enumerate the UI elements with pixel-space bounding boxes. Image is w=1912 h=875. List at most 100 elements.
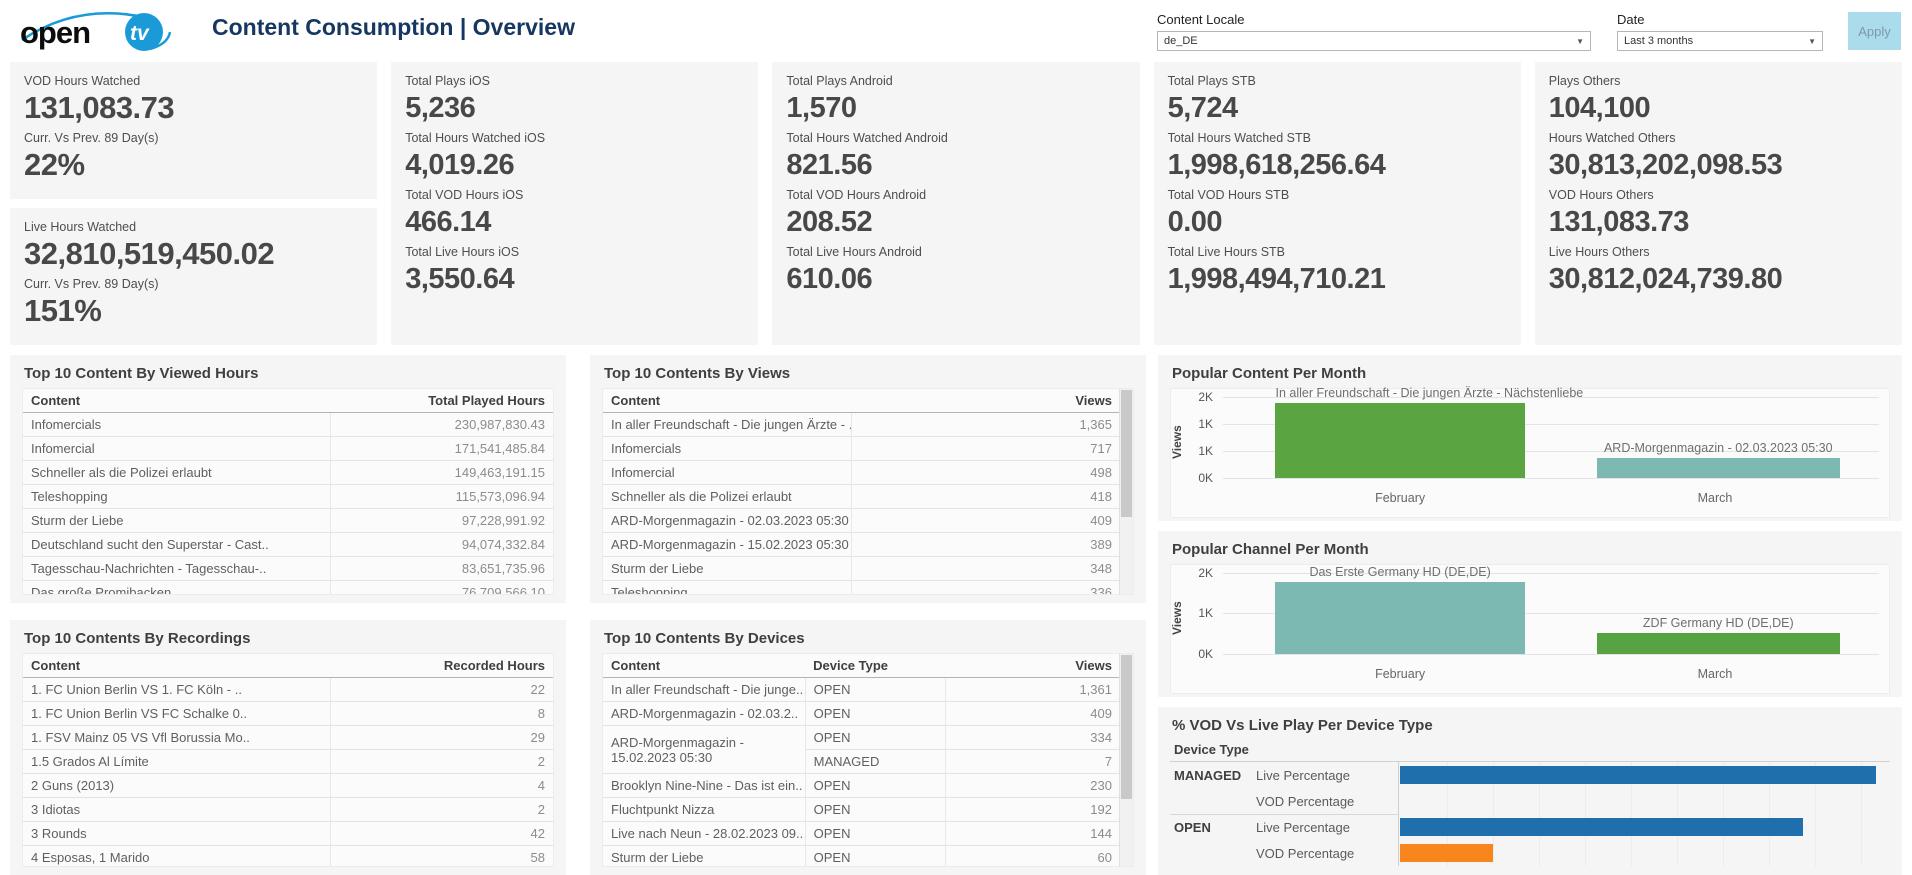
kpi-label: Total Live Hours iOS: [405, 245, 744, 259]
table-row[interactable]: 1.5 Grados Al Límite2: [23, 750, 553, 774]
table-row[interactable]: Tagesschau-Nachrichten - Tagesschau-..83…: [23, 557, 553, 581]
table-row[interactable]: 3 Rounds42: [23, 822, 553, 846]
table-row[interactable]: Fluchtpunkt NizzaOPEN192: [603, 798, 1120, 822]
table-row[interactable]: Sturm der Liebe97,228,991.92: [23, 509, 553, 533]
plot-area: In aller Freundschaft - Die jungen Ärzte…: [1223, 389, 1879, 489]
table-row[interactable]: 1. FSV Mainz 05 VS Vfl Borussia Mo..29: [23, 726, 553, 750]
content-cell: Teleshopping: [603, 581, 852, 596]
device-type-cell: OPEN: [805, 726, 945, 750]
kpi-value: 208.52: [786, 202, 1125, 242]
date-select[interactable]: Last 3 months ▼: [1617, 31, 1823, 51]
kpi-value: 5,724: [1168, 88, 1507, 128]
bar-february[interactable]: [1275, 582, 1524, 654]
table-row[interactable]: ARD-Morgenmagazin - 15.02.2023 05:30OPEN…: [603, 726, 1120, 750]
scrollbar[interactable]: [1119, 654, 1133, 866]
scrollbar-thumb[interactable]: [1121, 655, 1132, 799]
series-label: Live Percentage: [1256, 814, 1399, 840]
value-cell: 498: [852, 461, 1120, 485]
value-cell: 334: [945, 726, 1120, 750]
table-row[interactable]: ARD-Morgenmagazin - 15.02.2023 05:30389: [603, 533, 1120, 557]
kpi-value: 32,810,519,450.02: [24, 234, 363, 274]
panel-title: Top 10 Contents By Recordings: [22, 628, 554, 653]
table-row[interactable]: Live nach Neun - 28.02.2023 09..OPEN144: [603, 822, 1120, 846]
table-row[interactable]: 1. FC Union Berlin VS 1. FC Köln - ..22: [23, 678, 553, 702]
y-tick: 2K: [1198, 566, 1213, 580]
value-cell: 171,541,485.84: [331, 437, 554, 461]
popular-channel-chart: Views 2K 1K 0K Das Erste Germany HD (DE,…: [1170, 564, 1890, 694]
kpi-card: Plays Others104,100Hours Watched Others3…: [1535, 62, 1902, 345]
content-locale-select[interactable]: de_DE ▼: [1157, 31, 1591, 51]
kpi-value: 466.14: [405, 202, 744, 242]
kpi-card: Total Plays iOS5,236Total Hours Watched …: [391, 62, 758, 345]
content-cell: In aller Freundschaft - Die jungen Ärzte…: [603, 413, 852, 437]
table-row[interactable]: Infomercials717: [603, 437, 1120, 461]
table-row[interactable]: Teleshopping336: [603, 581, 1120, 596]
x-tick: February: [1375, 491, 1425, 505]
table-row[interactable]: 2 Guns (2013)4: [23, 774, 553, 798]
content-cell: Live nach Neun - 28.02.2023 09..: [603, 822, 805, 846]
content-cell: Sturm der Liebe: [603, 846, 805, 868]
x-tick: February: [1375, 667, 1425, 681]
scrollbar[interactable]: [1119, 389, 1133, 594]
kpi-label: Total Plays STB: [1168, 74, 1507, 88]
content-cell: Brooklyn Nine-Nine - Das ist ein..: [603, 774, 805, 798]
column-header: Content: [23, 654, 331, 678]
content-cell: ARD-Morgenmagazin - 15.02.2023 05:30: [603, 726, 805, 774]
kpi-label: Total VOD Hours iOS: [405, 188, 744, 202]
table-row[interactable]: ARD-Morgenmagazin - 02.03.2..OPEN409: [603, 702, 1120, 726]
table-row[interactable]: Deutschland sucht den Superstar - Cast..…: [23, 533, 553, 557]
content-cell: Infomercials: [603, 437, 852, 461]
table-row[interactable]: Schneller als die Polizei erlaubt418: [603, 485, 1120, 509]
table-row[interactable]: In aller Freundschaft - Die jungen Ärzte…: [603, 413, 1120, 437]
table-row[interactable]: ARD-Morgenmagazin - 02.03.2023 05:30409: [603, 509, 1120, 533]
table-row[interactable]: Brooklyn Nine-Nine - Das ist ein..OPEN23…: [603, 774, 1120, 798]
y-axis-ticks: 2K 1K 1K 0K: [1187, 389, 1215, 517]
value-cell: 149,463,191.15: [331, 461, 554, 485]
table-row[interactable]: Sturm der Liebe348: [603, 557, 1120, 581]
content-locale-value: de_DE: [1164, 35, 1198, 47]
kpi-value: 0.00: [1168, 202, 1507, 242]
recordings-table: ContentRecorded Hours1. FC Union Berlin …: [22, 653, 554, 867]
table-row[interactable]: 3 Idiotas2: [23, 798, 553, 822]
bar-february[interactable]: [1275, 403, 1524, 478]
svg-text:tv: tv: [130, 22, 150, 45]
value-cell: 58: [331, 846, 554, 868]
content-cell: 3 Idiotas: [23, 798, 331, 822]
panel-devices: Top 10 Contents By Devices ContentDevice…: [590, 620, 1146, 875]
value-cell: 2: [331, 798, 554, 822]
content-cell: ARD-Morgenmagazin - 02.03.2..: [603, 702, 805, 726]
value-cell: 418: [852, 485, 1120, 509]
bar-march[interactable]: [1597, 458, 1840, 478]
device-type-cell: OPEN: [805, 846, 945, 868]
bar-managed-live[interactable]: [1400, 766, 1876, 784]
table-row[interactable]: Infomercial171,541,485.84: [23, 437, 553, 461]
kpi-value: 1,998,618,256.64: [1168, 145, 1507, 185]
chart-row: VOD Percentage: [1170, 840, 1890, 866]
table-row[interactable]: Infomercial498: [603, 461, 1120, 485]
value-cell: 7: [945, 750, 1120, 774]
content-cell: 1. FC Union Berlin VS 1. FC Köln - ..: [23, 678, 331, 702]
column-header: Content: [23, 389, 331, 413]
kpi-value: 131,083.73: [1549, 202, 1888, 242]
bar-open-live[interactable]: [1400, 818, 1803, 836]
apply-button[interactable]: Apply: [1848, 12, 1901, 50]
table-row[interactable]: Schneller als die Polizei erlaubt149,463…: [23, 461, 553, 485]
table-row[interactable]: Teleshopping115,573,096.94: [23, 485, 553, 509]
table-row[interactable]: Sturm der LiebeOPEN60: [603, 846, 1120, 868]
panel-popular-content: Popular Content Per Month Views 2K 1K 1K…: [1158, 355, 1902, 521]
chevron-down-icon: ▼: [1808, 37, 1816, 46]
table-row[interactable]: Infomercials230,987,830.43: [23, 413, 553, 437]
panel-title: Top 10 Content By Viewed Hours: [22, 363, 554, 388]
scrollbar-thumb[interactable]: [1121, 390, 1132, 517]
table-row[interactable]: In aller Freundschaft - Die junge..OPEN1…: [603, 678, 1120, 702]
kpi-column-overall: VOD Hours Watched131,083.73Curr. Vs Prev…: [10, 62, 377, 345]
table-row[interactable]: 1. FC Union Berlin VS FC Schalke 0..8: [23, 702, 553, 726]
table-row[interactable]: Das große Promibacken76,709,566.10: [23, 581, 553, 596]
group-label: MANAGED: [1170, 768, 1256, 783]
bar-march[interactable]: [1597, 633, 1840, 654]
table-row[interactable]: 4 Esposas, 1 Marido58: [23, 846, 553, 868]
kpi-label: Total Live Hours STB: [1168, 245, 1507, 259]
panel-title: Top 10 Contents By Devices: [602, 628, 1134, 653]
bar-open-vod[interactable]: [1400, 844, 1493, 862]
value-cell: 348: [852, 557, 1120, 581]
